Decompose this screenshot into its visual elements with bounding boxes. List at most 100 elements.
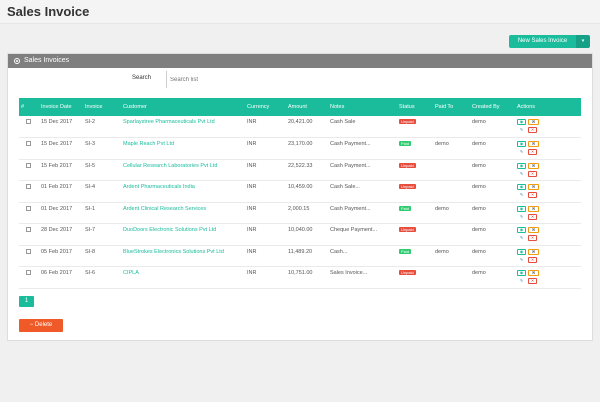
new-sales-invoice-button[interactable]: New Sales Invoice <box>509 35 576 48</box>
row-checkbox[interactable] <box>26 119 31 124</box>
row-checkbox[interactable] <box>26 141 31 146</box>
cell-customer[interactable]: Ardent Clinical Research Services <box>121 202 245 224</box>
close-icon[interactable]: ✕ <box>528 170 537 177</box>
eye-icon[interactable]: ◉ <box>517 205 526 212</box>
envelope-icon[interactable]: ✉ <box>528 270 539 276</box>
close-icon[interactable]: ✕ <box>528 278 537 284</box>
envelope-icon[interactable]: ✉ <box>528 227 539 233</box>
search-input[interactable] <box>166 71 246 88</box>
column-header[interactable]: Customer <box>121 98 245 116</box>
column-header[interactable]: Status <box>397 98 433 116</box>
cell-actions: ◉ ✉ ✎ ✕ <box>515 267 581 289</box>
eye-icon[interactable]: ◉ <box>517 227 526 233</box>
cell-notes: Cash Payment... <box>330 141 371 147</box>
cell-amount: 20,421.00 <box>288 119 313 125</box>
cell-currency: INR <box>247 248 257 255</box>
column-header[interactable]: Actions <box>515 98 581 116</box>
cell-actions: ◉ ✉ ✎ ✕ <box>515 202 581 224</box>
cell-status: Paid <box>397 245 433 267</box>
eye-icon[interactable]: ◉ <box>517 248 526 255</box>
envelope-icon[interactable]: ✉ <box>528 162 539 169</box>
eye-icon[interactable]: ◉ <box>517 270 526 276</box>
row-checkbox[interactable] <box>26 270 31 275</box>
cell-actions: ◉ ✉ ✎ ✕ <box>515 138 581 160</box>
row-checkbox-cell <box>19 138 39 160</box>
eye-icon[interactable]: ◉ <box>517 162 526 169</box>
row-checkbox[interactable] <box>26 205 31 211</box>
cell-customer[interactable]: CIPLA <box>121 267 245 289</box>
row-checkbox[interactable] <box>26 248 31 254</box>
close-icon[interactable]: ✕ <box>528 235 537 241</box>
column-header[interactable]: Paid To <box>433 98 470 116</box>
pencil-icon[interactable]: ✎ <box>517 192 526 198</box>
column-header[interactable]: Currency <box>245 98 286 116</box>
cell-currency: INR <box>247 184 257 190</box>
column-header[interactable]: # <box>19 98 39 116</box>
cell-paid-to <box>433 267 470 289</box>
cell-invoice: SI-1 <box>85 205 96 212</box>
row-checkbox[interactable] <box>26 162 31 168</box>
envelope-icon[interactable]: ✉ <box>528 248 539 255</box>
cell-status: Unpaid <box>397 181 433 203</box>
cell-notes: Cash Sale <box>330 119 356 125</box>
cell-notes: Sales Invoice... <box>330 270 368 276</box>
cell-invoice: SI-8 <box>85 248 96 255</box>
cell-status: Unpaid <box>397 224 433 246</box>
cell-date: 05 Feb 2017 <box>41 248 72 255</box>
pencil-icon[interactable]: ✎ <box>517 149 526 155</box>
pencil-icon[interactable]: ✎ <box>517 127 526 133</box>
table-row: 01 Dec 2017 SI-1 Ardent Clinical Research … <box>19 202 581 224</box>
cell-currency: INR <box>247 141 257 147</box>
close-icon[interactable]: ✕ <box>528 127 537 133</box>
row-actions: ◉ ✉ ✎ ✕ <box>517 205 549 220</box>
row-checkbox[interactable] <box>26 227 31 232</box>
cell-customer[interactable]: BlueStrokes Electronics Solutions Pvt Lt… <box>121 245 245 267</box>
pencil-icon[interactable]: ✎ <box>517 235 526 241</box>
column-header[interactable]: Invoice Date <box>39 98 83 116</box>
cell-currency: INR <box>247 205 257 212</box>
close-icon[interactable]: ✕ <box>528 149 537 155</box>
cell-customer[interactable]: Maple Reach Pvt Ltd <box>121 138 245 160</box>
envelope-icon[interactable]: ✉ <box>528 205 539 212</box>
row-checkbox[interactable] <box>26 184 31 189</box>
pencil-icon[interactable]: ✎ <box>517 278 526 284</box>
envelope-icon[interactable]: ✉ <box>528 119 539 125</box>
cell-customer[interactable]: Cellular Research Laboratories Pvt Ltd <box>121 159 245 181</box>
cell-customer[interactable]: Ardent Pharmaceuticals India <box>121 181 245 203</box>
pencil-icon[interactable]: ✎ <box>517 171 526 177</box>
eye-icon[interactable]: ◉ <box>517 141 526 147</box>
cell-date: 01 Feb 2017 <box>41 184 72 190</box>
cell-actions: ◉ ✉ ✎ ✕ <box>515 181 581 203</box>
close-icon[interactable]: ✕ <box>528 213 537 220</box>
row-actions: ◉ ✉ ✎ ✕ <box>517 162 549 177</box>
cell-paid-to: demo <box>435 205 449 212</box>
column-header[interactable]: Created By <box>470 98 515 116</box>
cell-customer[interactable]: DuoDoors Electronic Solutions Pvt Ltd <box>121 224 245 246</box>
cell-customer[interactable]: Sparlaystree Pharmaceuticals Pvt Ltd <box>121 116 245 138</box>
cell-amount: 23,170.00 <box>288 141 313 147</box>
cell-date: 15 Feb 2017 <box>41 162 72 169</box>
close-icon[interactable]: ✕ <box>528 256 537 263</box>
delete-button[interactable]: − Delete <box>19 319 63 332</box>
envelope-icon[interactable]: ✉ <box>528 141 539 147</box>
new-invoice-button-group[interactable]: New Sales Invoice ▾ <box>509 35 590 48</box>
column-header[interactable]: Invoice <box>83 98 121 116</box>
close-icon[interactable]: ✕ <box>528 192 537 198</box>
cell-paid-to <box>433 116 470 138</box>
cell-created-by: demo <box>472 141 486 147</box>
pagination-page-1[interactable]: 1 <box>19 296 34 307</box>
column-header[interactable]: Amount <box>286 98 328 116</box>
chevron-down-icon[interactable]: ▾ <box>576 35 590 48</box>
eye-icon[interactable]: ◉ <box>517 119 526 125</box>
eye-icon[interactable]: ◉ <box>517 184 526 190</box>
pencil-icon[interactable]: ✎ <box>517 257 526 263</box>
column-header[interactable]: Notes <box>328 98 397 116</box>
table-row: 15 Dec 2017 SI-3 Maple Reach Pvt Ltd INR 23,… <box>19 138 581 160</box>
table-header-row: # Invoice Date Invoice Customer Currency Amou… <box>19 98 581 116</box>
invoices-table: # Invoice Date Invoice Customer Currency Amou… <box>19 98 581 289</box>
envelope-icon[interactable]: ✉ <box>528 184 539 190</box>
status-badge: Unpaid <box>399 270 416 275</box>
cell-amount: 10,751.00 <box>288 270 313 276</box>
status-badge: Unpaid <box>399 162 416 168</box>
pencil-icon[interactable]: ✎ <box>517 214 526 220</box>
